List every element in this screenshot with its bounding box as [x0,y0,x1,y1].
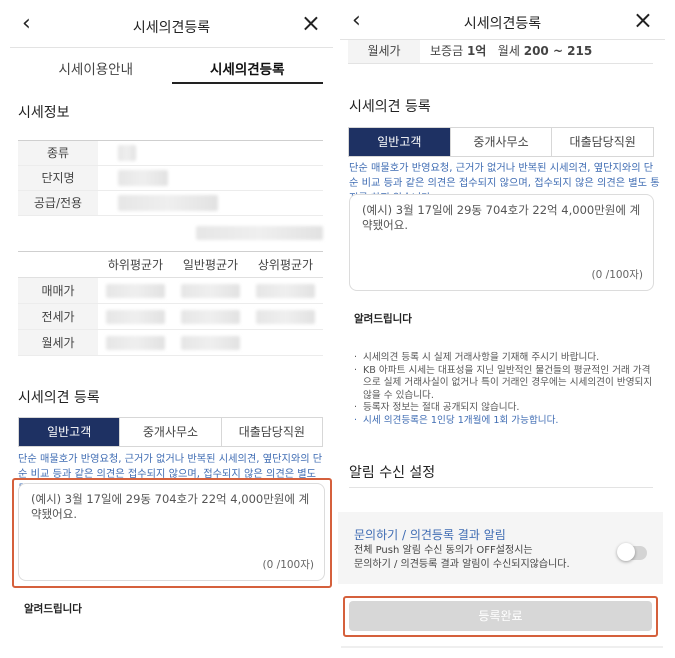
textarea-placeholder: (예시) 3월 17일에 29동 704호가 22억 4,000만원에 계약됐어… [362,203,641,232]
price-row: 월세가 [18,330,323,356]
notice-bullet: 등록자 정보는 절대 공개되지 않습니다. [354,402,654,415]
redacted-value [106,284,165,298]
cell [98,330,173,355]
cell [248,278,323,303]
cell [248,330,323,355]
redacted-value [181,284,240,298]
notice-label: 알려드립니다 [24,603,82,615]
row-label: 월세가 [348,40,420,63]
header: ‹ 시세의견등록 × [10,0,333,48]
push-desc-line: 전체 Push 알림 수신 동의가 OFF설정시는 [354,545,533,556]
cell [173,278,248,303]
segment-broker-office[interactable]: 중개사무소 [120,418,222,446]
monthly-rent-values: 보증금 1억 월세 200 ~ 215 [420,40,592,63]
notice-bullet-highlight: 시세 의견등록은 1인당 1개월에 1회 가능합니다. [354,415,654,428]
push-alert-description: 전체 Push 알림 수신 동의가 OFF설정시는 문의하기 / 의견등록 결과… [354,544,570,571]
segment-general-customer[interactable]: 일반고객 [19,418,121,446]
rent-label: 월세 [497,44,520,58]
redacted-value [118,195,218,211]
tab-bar: 시세이용안내 시세의견등록 [20,60,323,84]
price-row: 매매가 [18,278,323,304]
close-icon[interactable]: × [633,8,653,32]
push-alert-setting: 문의하기 / 의견등록 결과 알림 전체 Push 알림 수신 동의가 OFF설… [338,512,663,584]
push-alert-title: 문의하기 / 의견등록 결과 알림 [354,528,506,542]
redacted-value [181,310,240,324]
price-table-header: 하위평균가 일반평균가 상위평균가 [18,252,323,278]
price-info-table: 종류 단지명 공급/전용 [18,140,323,216]
price-row: 전세가 [18,304,323,330]
info-row: 공급/전용 [18,191,323,216]
submit-button[interactable]: 등록완료 [349,601,652,631]
redacted-value [256,310,315,324]
segment-loan-officer[interactable]: 대출담당직원 [221,418,322,446]
section-title-alert: 알림 수신 설정 [349,465,436,481]
notice-bullet: KB 아파트 시세는 대표성을 지닌 일반적인 물건들의 평균적인 거래 가격으… [354,365,654,403]
divider [349,487,653,488]
section-title-opinion: 시세의견 등록 [18,390,100,406]
char-counter: (0 /100자) [591,269,643,281]
row-label: 월세가 [18,330,98,355]
notice-bullet-list: 시세의견 등록 시 실제 거래사항을 기재해 주시기 바랍니다. KB 아파트 … [354,352,654,427]
row-label: 매매가 [18,278,98,303]
redacted-value [256,284,315,298]
section-title-opinion-right: 시세의견 등록 [349,99,431,115]
cell [98,278,173,303]
redacted-value [106,310,165,324]
tab-price-guide[interactable]: 시세이용안내 [20,60,172,84]
textarea-placeholder: (예시) 3월 17일에 29동 704호가 22억 4,000만원에 계약됐어… [31,492,310,521]
cell [248,304,323,329]
rent-value: 200 ~ 215 [523,44,593,58]
col-header: 일반평균가 [182,258,239,272]
opinion-textarea-right[interactable]: (예시) 3월 17일에 29동 704호가 22억 4,000만원에 계약됐어… [349,194,654,291]
section-title-price-info: 시세정보 [18,105,70,121]
segment-loan-officer[interactable]: 대출담당직원 [552,128,654,156]
notice-bullet: 시세의견 등록 시 실제 거래사항을 기재해 주시기 바랍니다. [354,352,654,365]
segment-general-customer[interactable]: 일반고객 [349,128,451,156]
push-desc-line: 문의하기 / 의견등록 결과 알림이 수신되지않습니다. [354,558,570,570]
user-type-segment-right: 일반고객 중개사무소 대출담당직원 [348,127,654,157]
notice-label-right: 알려드립니다 [354,313,412,325]
segment-broker-office[interactable]: 중개사무소 [450,128,553,156]
left-screen: ‹ 시세의견등록 × 시세이용안내 시세의견등록 시세정보 종류 단지명 공급/… [0,0,337,658]
average-price-table: 하위평균가 일반평균가 상위평균가 매매가 전세가 월세가 [18,251,323,356]
cell [98,304,173,329]
char-counter: (0 /100자) [262,559,314,571]
info-label: 공급/전용 [18,191,98,215]
push-alert-toggle[interactable] [617,543,647,561]
toggle-knob [617,543,635,561]
header: ‹ 시세의견등록 × [340,0,665,40]
bottom-divider [341,646,663,648]
redacted-date [196,226,323,240]
deposit-label: 보증금 [430,44,464,58]
cell [173,330,248,355]
redacted-value [106,336,165,350]
row-label: 전세가 [18,304,98,329]
tab-price-opinion[interactable]: 시세의견등록 [171,60,323,84]
close-icon[interactable]: × [301,11,321,35]
opinion-textarea[interactable]: (예시) 3월 17일에 29동 704호가 22억 4,000만원에 계약됐어… [18,483,325,581]
info-label: 단지명 [18,166,98,190]
col-header: 상위평균가 [257,258,314,272]
cell [173,304,248,329]
deposit-value: 1억 [466,44,487,58]
user-type-segment: 일반고객 중개사무소 대출담당직원 [18,417,323,447]
redacted-value [181,336,240,350]
info-label: 종류 [18,141,98,165]
header-spacer [18,252,98,277]
info-row: 종류 [18,141,323,166]
redacted-value [118,145,136,161]
redacted-value [118,170,168,186]
page-title: 시세의견등록 [463,16,542,32]
info-row: 단지명 [18,166,323,191]
col-header: 하위평균가 [107,258,164,272]
monthly-rent-row: 월세가 보증금 1억 월세 200 ~ 215 [348,40,653,64]
page-title: 시세의견등록 [132,20,211,36]
